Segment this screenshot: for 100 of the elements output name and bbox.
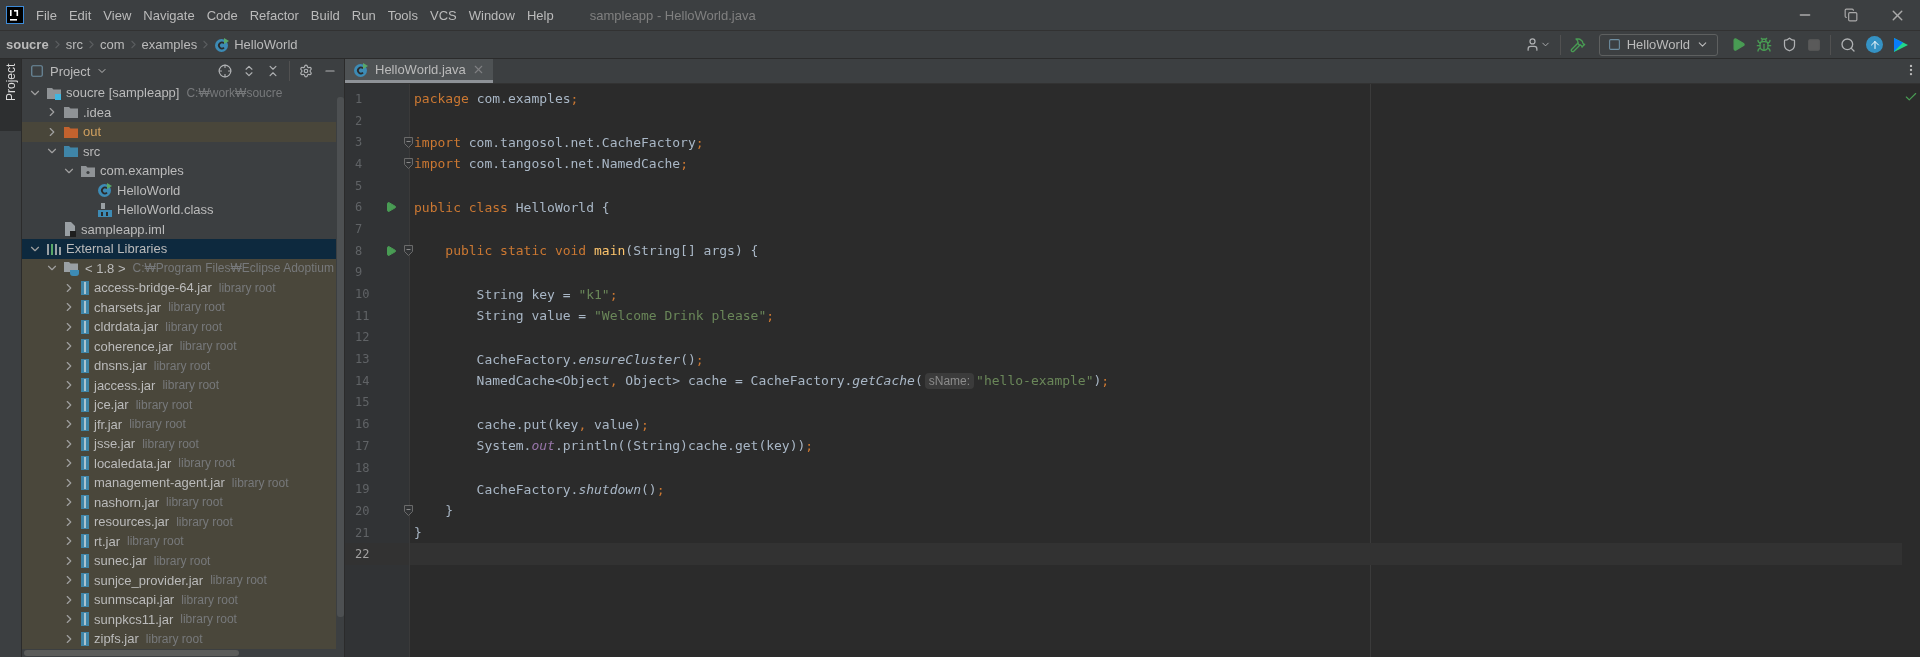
tree-item[interactable]: .idea [22,102,336,122]
item-label: .idea [83,104,112,120]
tree-item[interactable]: HelloWorld.class [22,200,336,220]
menu-item[interactable]: Help [520,7,560,23]
tree-item[interactable]: jaccess.jar library root [22,375,336,395]
tree-item[interactable]: sunmscapi.jar library root [22,590,336,610]
jar-icon [80,572,90,589]
menu-item[interactable]: View [97,7,138,23]
tree-item[interactable]: sunec.jar library root [22,551,336,571]
breadcrumb-item[interactable]: HelloWorld [214,36,298,53]
tree-item[interactable]: soucre [sampleapp] C:₩work₩soucre [22,83,336,103]
folder-icon [63,124,79,139]
tree-item[interactable]: sunjce_provider.jar library root [22,570,336,590]
tree-item[interactable]: External Libraries [22,239,336,259]
menu-item[interactable]: Navigate [137,7,201,23]
item-path: library root [181,592,238,607]
code-line: cache.put(key, value); [475,416,649,432]
project-side-tab[interactable]: Project [0,59,21,131]
item-label: charsets.jar [94,299,162,315]
editor-tab[interactable]: HelloWorld.java [345,59,493,83]
tree-item[interactable]: < 1.8 > C:₩Program Files₩Eclipse Adoptium [22,258,336,278]
item-label: zipfs.jar [94,631,139,647]
item-path: library root [166,495,223,510]
tree-item[interactable]: src [22,141,336,161]
fold-marker-icon[interactable] [404,136,413,148]
tree-item[interactable]: access-bridge-64.jar library root [22,278,336,298]
folder-icon [63,144,79,159]
window-icon[interactable] [30,64,44,78]
tree-item[interactable]: zipfs.jar library root [22,629,336,649]
item-label: management-agent.jar [94,475,225,491]
plugin-logo[interactable] [1892,35,1910,54]
tree-item[interactable]: management-agent.jar library root [22,473,336,493]
run-icon[interactable] [385,244,397,257]
jar-icon [80,513,90,530]
menu-item[interactable]: Build [304,7,346,23]
scrollbar-thumb[interactable] [24,650,239,656]
fold-marker-icon[interactable] [404,245,413,257]
item-label: access-bridge-64.jar [94,280,212,296]
restore-icon[interactable] [1844,8,1858,22]
check-icon [1904,90,1918,104]
tree-item[interactable]: resources.jar library root [22,512,336,532]
menu-item[interactable]: File [30,7,63,23]
tree-item[interactable]: localedata.jar library root [22,453,336,473]
breadcrumb-item[interactable]: examples [141,37,198,52]
module-icon [46,85,62,100]
tree-item[interactable]: coherence.jar library root [22,336,336,356]
tree-item[interactable]: jce.jar library root [22,395,336,415]
code-line: } [444,503,454,519]
breadcrumb-item[interactable]: soucre [6,37,49,52]
tree-item[interactable]: cldrdata.jar library root [22,317,336,337]
tree-item[interactable]: HelloWorld [22,180,336,200]
item-path: library root [176,514,233,529]
window-title: sampleapp - HelloWorld.java [589,7,757,23]
jar-icon [80,279,90,296]
file-icon [63,221,77,238]
project-view-dropdown[interactable]: Project [24,63,213,79]
code-line: } [414,525,422,541]
item-path: library root [218,280,276,295]
tree-item[interactable]: rt.jar library root [22,531,336,551]
run-configuration-dropdown[interactable]: HelloWorld [1598,33,1718,56]
item-path: library root [145,631,203,646]
item-path: library root [165,319,222,334]
tree-item[interactable]: out [22,122,336,142]
run-icon[interactable] [385,201,397,214]
item-label: jsse.jar [94,436,136,452]
code-line: import com.tangosol.net.CacheFactory; [414,134,704,150]
fold-marker-icon[interactable] [404,505,413,517]
tree-item[interactable]: jsse.jar library root [22,434,336,454]
menu-item[interactable]: Edit [62,7,98,23]
item-path: library root [129,417,186,432]
jar-icon [80,416,90,433]
tree-item[interactable]: dnsns.jar library root [22,356,336,376]
item-label: sunmscapi.jar [94,592,175,608]
item-label: sunec.jar [94,553,147,569]
item-label: < 1.8 > [85,260,126,276]
window-icon[interactable] [1607,38,1621,51]
tree-item[interactable]: jfr.jar library root [22,414,336,434]
tree-item[interactable]: sunpkcs11.jar library root [22,609,336,629]
menu-item[interactable]: Run [345,7,382,23]
jar-icon [80,552,90,569]
scrollbar-thumb[interactable] [337,97,344,617]
item-path: library root [210,573,267,588]
tree-item[interactable]: charsets.jar library root [22,297,336,317]
code-line: CacheFactory.shutdown(); [475,481,665,497]
tree-item[interactable]: com.examples [22,161,336,181]
code-line: String value = "Welcome Drink please"; [475,308,775,324]
menu-item[interactable]: Window [462,7,521,23]
breadcrumb-item[interactable]: com [100,37,125,52]
fold-marker-icon[interactable] [404,158,413,170]
menu-item[interactable]: Code [200,7,244,23]
menu-item[interactable]: Refactor [243,7,305,23]
breadcrumb-item[interactable]: src [65,37,83,52]
jar-icon [80,396,90,413]
jar-icon [80,455,90,472]
menu-item[interactable]: VCS [424,7,463,23]
parameter-hint: sName: [924,372,975,389]
menu-item[interactable]: Tools [381,7,424,23]
tree-item[interactable]: nashorn.jar library root [22,492,336,512]
item-label: out [83,124,102,140]
tree-item[interactable]: sampleapp.iml [22,219,336,239]
